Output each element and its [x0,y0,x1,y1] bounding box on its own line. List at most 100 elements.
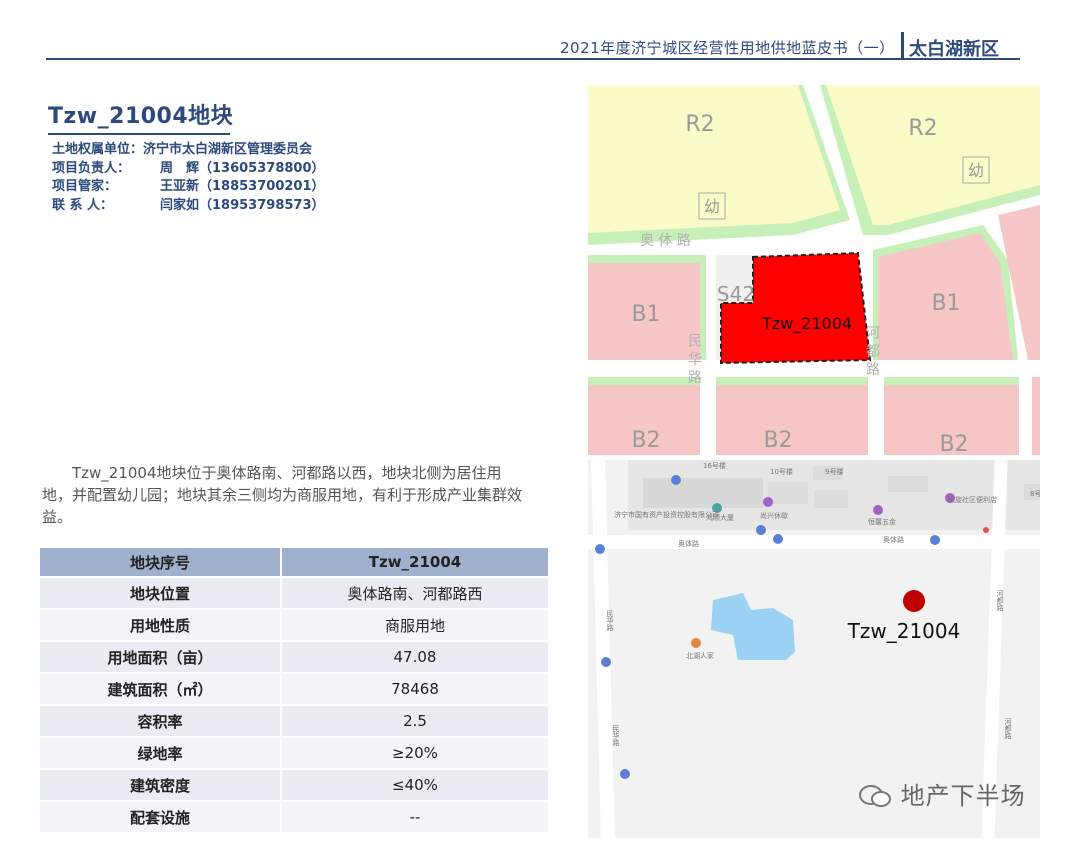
table-cell-key: 建筑密度 [40,770,282,800]
title-underline [48,133,230,135]
traffic-light-icon [983,527,989,533]
zoning-map: R2 R2 B1 B1 B2 B2 B2 S42 幼 幼 奥 体 路 民 华 路… [588,85,1040,455]
map-label: 济宁市国有资产投资控股有限公司 [614,510,719,519]
info-key: 联 系 人： [52,197,114,213]
table-row: 地块位置 奥体路南、河都路西 [40,578,548,608]
table-row: 用地性质 商服用地 [40,610,548,640]
poi-icon [756,525,766,535]
zone-label-b2-right: B2 [939,432,968,455]
table-cell-key: 用地面积（亩） [40,642,282,672]
poi-icon [691,638,701,648]
table-cell-key: 容积率 [40,706,282,736]
marker-label: Tzw_21004 [847,619,961,643]
watermark-text: 地产下半场 [900,782,1026,810]
info-row-steward: 项目管家： 王亚新（18853700201） [52,178,325,197]
zone-label-b1-left: B1 [631,302,660,327]
table-cell-value: ≥20% [282,738,548,768]
zone-label-r2-left: R2 [685,112,714,137]
info-key: 项目负责人： [52,160,131,176]
header-separator [901,32,904,58]
table-row: 建筑面积（㎡） 78468 [40,674,548,704]
building-1 [643,478,763,508]
map-label: 9号楼 [825,467,843,476]
road-label-aoti: 奥 体 路 [640,232,691,249]
map-label: 恒馨五金 [868,517,896,526]
info-value: 王亚新（18853700201） [160,179,325,194]
poi-icon [773,534,783,544]
table-row: 绿地率 ≥20% [40,738,548,768]
zone-label-kinder-2: 幼 [968,161,984,180]
plot-description: Tzw_21004地块位于奥体路南、河都路以西，地块北侧为居住用地，并配置幼儿园… [42,464,523,526]
map-label: 河都路 [996,590,1004,612]
table-cell-value: -- [282,802,548,832]
table-cell-value: 47.08 [282,642,548,672]
map-label: 鸿顺大厦 [706,513,734,522]
map-label: 奥体路 [883,535,904,544]
map-label: 民华路 [612,725,620,747]
table-cell-value: 2.5 [282,706,548,736]
map-label: 奥体路 [678,539,699,548]
table-cell-key: 配套设施 [40,802,282,832]
road-label-minhua: 民 华 路 [686,333,702,384]
map-label: 16号楼 [703,461,726,470]
table-cell-key: 地块位置 [40,578,282,608]
table-cell-value: ≤40% [282,770,548,800]
zone-label-b1-right: B1 [931,291,960,316]
poi-icon [601,657,611,667]
info-value: 闫家如（18953798573） [160,197,325,213]
road-aoti [588,535,1040,549]
poi-icon [671,475,681,485]
info-value: 济宁市太白湖新区管理委员会 [143,142,313,157]
map-label: 10号楼 [770,467,793,476]
zone-b2-far-right [1032,377,1040,455]
plot-title: Tzw_21004地块 [48,104,234,129]
map-label: 尚兴休歇 [760,511,788,520]
table-cell-value: 78468 [282,674,548,704]
poi-icon [763,497,773,507]
watermark: 地产下半场 [858,776,1026,811]
info-row-owner: 土地权属单位： 济宁市太白湖新区管理委员会 [52,141,325,160]
table-row: 容积率 2.5 [40,706,548,736]
zone-label-b2-mid: B2 [763,428,792,453]
zone-label-s42: S42 [717,282,755,306]
map-label: 河都路 [1004,718,1012,740]
parcel-label: Tzw_21004 [761,314,852,334]
info-key: 土地权属单位： [52,142,144,157]
table-cell-key: 绿地率 [40,738,282,768]
poi-icon [595,544,605,554]
plot-table: 地块序号 Tzw_21004 地块位置 奥体路南、河都路西 用地性质 商服用地 … [40,546,548,834]
table-cell-value: Tzw_21004 [282,548,548,576]
info-key: 项目管家： [52,179,118,194]
zoning-map-svg: R2 R2 B1 B1 B2 B2 B2 S42 幼 幼 奥 体 路 民 华 路… [588,85,1040,455]
table-cell-key: 建筑面积（㎡） [40,674,282,704]
zone-label-b2-left: B2 [631,428,660,453]
wechat-icon [858,784,892,808]
poi-icon [930,535,940,545]
poi-icon [873,505,883,515]
target-marker [903,590,925,612]
table-cell-value: 商服用地 [282,610,548,640]
info-value: 周 辉（13605378800） [160,160,325,176]
building-4 [888,476,928,492]
map-label: 北湖人家 [686,651,714,660]
info-row-contact: 联 系 人： 闫家如（18953798573） [52,197,325,216]
map-label: 民华路 [606,610,614,632]
road-label-hedu: 河 都 路 [864,325,880,376]
building-2 [768,482,808,504]
contact-info: 土地权属单位： 济宁市太白湖新区管理委员会 项目负责人： 周 辉（1360537… [52,141,325,215]
table-row: 建筑密度 ≤40% [40,770,548,800]
zone-label-r2-right: R2 [908,116,937,141]
info-row-manager: 项目负责人： 周 辉（13605378800） [52,160,325,179]
building-3 [814,490,848,508]
header-title: 2021年度济宁城区经营性用地供地蓝皮书（一） [560,39,895,57]
header-rule [46,58,1020,60]
table-cell-value: 奥体路南、河都路西 [282,578,548,608]
map-label: 凯旋社区便利店 [948,495,997,504]
table-header-row: 地块序号 Tzw_21004 [40,548,548,576]
table-row: 用地面积（亩） 47.08 [40,642,548,672]
table-row: 配套设施 -- [40,802,548,832]
zone-label-kinder-1: 幼 [704,197,720,216]
table-cell-key: 用地性质 [40,610,282,640]
table-cell-key: 地块序号 [40,548,282,576]
map-label: 8号楼 [1030,489,1040,498]
